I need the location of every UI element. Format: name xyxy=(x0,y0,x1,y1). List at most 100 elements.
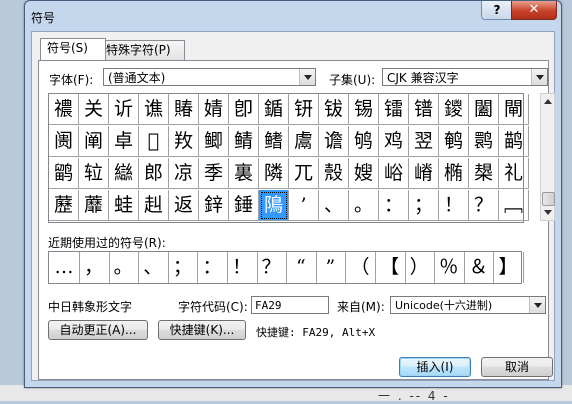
symbol-cell[interactable]: 鸲 xyxy=(349,126,379,157)
close-button[interactable]: ✕ xyxy=(511,1,557,20)
symbol-cell[interactable]: 錘 xyxy=(229,190,259,221)
chevron-down-icon[interactable] xyxy=(529,297,545,313)
symbol-cell[interactable]: 鳍 xyxy=(259,126,289,157)
symbol-cell[interactable]: 锡 xyxy=(349,94,379,125)
symbol-cell[interactable]: 鹠 xyxy=(49,158,79,189)
symbol-cell[interactable]: 赳 xyxy=(139,190,169,221)
symbol-cell[interactable]: 賰 xyxy=(169,94,199,125)
symbol-cell[interactable]: 禯 xyxy=(49,94,79,125)
symbol-cell[interactable]: 鹋 xyxy=(499,126,529,157)
title-bar[interactable]: 符号 ? ✕ xyxy=(25,1,561,31)
symbol-cell[interactable]: 鍎 xyxy=(259,94,289,125)
symbol-cell[interactable]: ！ xyxy=(439,190,469,221)
shortcut-key-button[interactable]: 快捷键(K)... xyxy=(158,320,246,340)
symbol-cell[interactable]: 阓 xyxy=(49,126,79,157)
symbol-grid-scrollbar[interactable] xyxy=(540,93,555,221)
symbol-cell[interactable]: ？ xyxy=(469,190,499,221)
symbol-cell[interactable]: 䢂 xyxy=(79,158,109,189)
symbol-cell[interactable]: 谯 xyxy=(139,94,169,125)
symbol-cell[interactable]: 。 xyxy=(349,190,379,221)
symbol-cell[interactable]: 䍩 xyxy=(169,126,199,157)
recent-symbol-cell[interactable]: （ xyxy=(345,252,376,283)
tab-symbols[interactable]: 符号(S) xyxy=(40,38,106,60)
autocorrect-button[interactable]: 自动更正(A)... xyxy=(48,320,148,340)
symbol-cell[interactable]: 闔 xyxy=(469,94,499,125)
recent-symbol-cell[interactable]: 【 xyxy=(375,252,406,283)
symbol-cell[interactable]: 鋅 xyxy=(199,190,229,221)
symbol-cell[interactable]: 槼 xyxy=(469,158,499,189)
symbol-cell[interactable]: 䜣 xyxy=(109,94,139,125)
recent-symbol-cell[interactable]: … xyxy=(49,252,80,283)
symbol-cell[interactable]: 蘼 xyxy=(79,190,109,221)
recent-symbol-cell[interactable]: 。 xyxy=(108,252,140,283)
recent-symbol-cell[interactable]: ！ xyxy=(227,252,258,283)
symbol-cell[interactable]: 谵 xyxy=(319,126,349,157)
symbol-cell[interactable]: 礼 xyxy=(499,158,529,189)
symbol-cell[interactable]: ’ xyxy=(289,190,319,221)
recent-symbol-cell[interactable]: “ xyxy=(286,252,317,283)
symbol-cell[interactable]: 蛙 xyxy=(109,190,139,221)
insert-button[interactable]: 插入(I) xyxy=(399,357,471,377)
symbol-cell[interactable]: 卽 xyxy=(229,94,259,125)
scroll-thumb[interactable] xyxy=(542,192,555,206)
symbol-cell[interactable]: ： xyxy=(379,190,409,221)
symbol-cell[interactable]: 翌 xyxy=(409,126,439,157)
symbol-cell[interactable]: 阐 xyxy=(79,126,109,157)
symbol-cell[interactable]: 卓 xyxy=(109,126,139,157)
symbol-cell[interactable]: 殼 xyxy=(319,158,349,189)
help-button[interactable]: ? xyxy=(481,1,513,20)
recent-symbol-cell[interactable]: 、 xyxy=(138,252,169,283)
symbol-cell[interactable]: 隣 xyxy=(259,158,289,189)
font-select[interactable]: (普通文本) xyxy=(103,68,316,86)
chevron-down-icon[interactable] xyxy=(299,69,315,85)
subset-select[interactable]: CJK 兼容汉字 xyxy=(382,68,548,86)
scroll-up-arrow-icon[interactable] xyxy=(544,99,552,104)
symbol-cell[interactable]: 𫝀 xyxy=(139,126,169,157)
symbol-cell[interactable]: 兀 xyxy=(289,158,319,189)
symbol-cell[interactable]: ； xyxy=(409,190,439,221)
recent-symbol-cell[interactable]: ＆ xyxy=(463,252,495,283)
scroll-down-arrow-icon[interactable] xyxy=(544,210,552,215)
chevron-down-icon[interactable] xyxy=(531,69,547,85)
cancel-button[interactable]: 取消 xyxy=(481,357,553,377)
recent-symbol-cell[interactable]: ” xyxy=(315,252,347,283)
symbol-grid[interactable]: 禯关䜣谯賰婧卽鍎钘钹锡镭镨鑁闔閘阓阐卓𫝀䍩鲫鲭鳍鬳谵鸲鸡翌鹌鹮鹋鹠䢂䜌郎凉季裏隣… xyxy=(48,93,529,223)
symbol-cell[interactable]: 镨 xyxy=(409,94,439,125)
symbol-cell[interactable]: 钹 xyxy=(319,94,349,125)
symbol-cell[interactable]: 返 xyxy=(169,190,199,221)
recent-symbols-row[interactable]: …，。、；：！？ “” （【）％＆】 xyxy=(48,251,524,284)
symbol-cell[interactable]: 嵴 xyxy=(409,158,439,189)
symbol-cell[interactable]: 椭 xyxy=(439,158,469,189)
symbol-cell[interactable]: 郎 xyxy=(139,158,169,189)
symbol-cell[interactable]: 鸡 xyxy=(379,126,409,157)
symbol-cell[interactable]: 藶 xyxy=(49,190,79,221)
symbol-cell[interactable]: 鹮 xyxy=(469,126,499,157)
recent-symbol-cell[interactable]: ？ xyxy=(256,252,288,283)
symbol-cell[interactable]: 、 xyxy=(319,190,349,221)
symbol-cell[interactable]: 䜌 xyxy=(109,158,139,189)
recent-symbol-cell[interactable]: 】 xyxy=(493,252,524,283)
symbol-cell[interactable]: 镭 xyxy=(379,94,409,125)
symbol-cell[interactable]: 隝 xyxy=(259,190,289,221)
recent-symbol-cell[interactable]: ％ xyxy=(434,252,465,283)
recent-symbol-cell[interactable]: ： xyxy=(197,252,228,283)
symbol-cell[interactable]: 鲫 xyxy=(199,126,229,157)
recent-symbol-cell[interactable]: ） xyxy=(404,252,436,283)
from-select[interactable]: Unicode(十六进制) xyxy=(390,296,546,314)
symbol-cell[interactable]: 关 xyxy=(79,94,109,125)
tab-special-characters[interactable]: 特殊字符(P) xyxy=(99,40,185,60)
symbol-cell[interactable]: 季 xyxy=(199,158,229,189)
recent-symbol-cell[interactable]: ； xyxy=(167,252,199,283)
symbol-cell[interactable]: 裏 xyxy=(229,158,259,189)
symbol-cell[interactable]: 閘 xyxy=(499,94,529,125)
symbol-cell[interactable]: 鹌 xyxy=(439,126,469,157)
symbol-cell[interactable]: 鑁 xyxy=(439,94,469,125)
symbol-cell[interactable]: 鲭 xyxy=(229,126,259,157)
symbol-cell[interactable]: ﹇ xyxy=(499,190,529,221)
recent-symbol-cell[interactable]: ， xyxy=(79,252,110,283)
symbol-cell[interactable]: 嫂 xyxy=(349,158,379,189)
symbol-cell[interactable]: 婧 xyxy=(199,94,229,125)
symbol-cell[interactable]: 鬳 xyxy=(289,126,319,157)
symbol-cell[interactable]: 峪 xyxy=(379,158,409,189)
symbol-cell[interactable]: 钘 xyxy=(289,94,319,125)
